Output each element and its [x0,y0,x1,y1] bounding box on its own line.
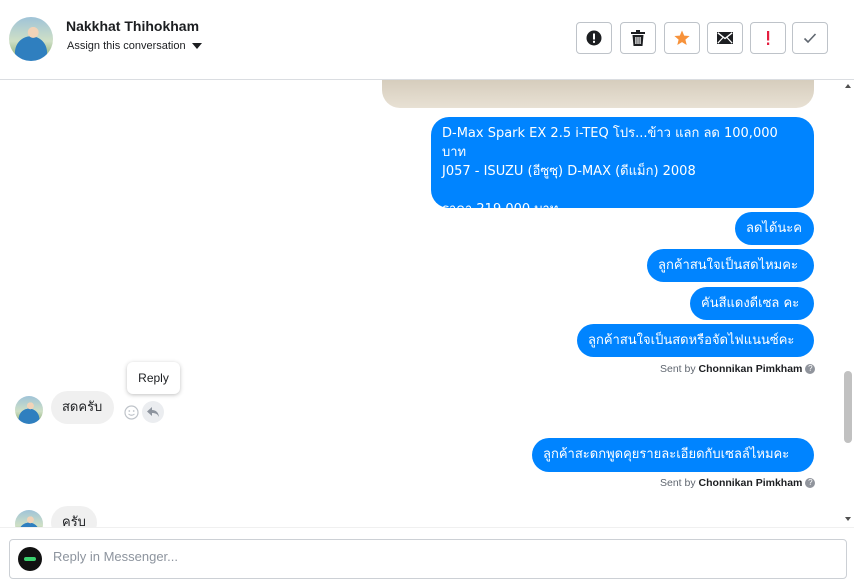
incoming-message[interactable]: สดครับ [51,391,114,424]
caret-down-icon [191,43,202,50]
page-avatar [18,547,42,571]
sent-by-label: Sent by Chonnikan Pimkham? [660,477,816,489]
outgoing-message[interactable]: ลดได้นะค [735,212,814,245]
mark-done-button[interactable] [792,22,828,54]
partially-visible-message-row: ครับ [0,498,840,527]
trash-icon [631,30,645,46]
car-listing-photo[interactable] [382,80,814,108]
contact-avatar[interactable] [9,17,53,61]
mark-spam-button[interactable] [576,22,612,54]
outgoing-message[interactable]: ลูกค้าสนใจเป็นสดหรือจัดไฟแนนซ์คะ [577,324,814,357]
outgoing-message[interactable]: ลูกค้าสนใจเป็นสดไหมคะ [647,249,814,282]
star-button[interactable] [664,22,700,54]
sent-by-label: Sent by Chonnikan Pimkham? [660,363,816,375]
incoming-message[interactable]: ครับ [51,506,97,527]
contact-name[interactable]: Nakkhat Thihokham [66,18,199,34]
listing-message-bubble[interactable]: D-Max Spark EX 2.5 i-TEQ โปร...ข้าว แลก … [431,117,814,217]
checkmark-icon [803,33,817,44]
sender-name: Chonnikan Pimkham [698,477,803,489]
listing-title: D-Max Spark EX 2.5 i-TEQ โปร...ข้าว แลก … [442,126,778,160]
help-icon[interactable]: ? [805,478,816,489]
envelope-icon [717,32,733,44]
outgoing-message[interactable]: คันสีแดงดีเซล คะ [690,287,814,320]
reply-input[interactable] [53,549,813,564]
sender-name: Chonnikan Pimkham [698,363,803,375]
scroll-down-arrow-icon[interactable] [845,517,851,521]
scrollbar-thumb[interactable] [844,371,852,443]
scroll-up-arrow-icon[interactable] [845,84,851,88]
listing-code: J057 - ISUZU (อีซูซุ) D-MAX (ดีแม็ก) 200… [442,164,696,179]
exclamation-mark-icon [767,31,770,45]
conversation-header: Nakkhat Thihokham Assign this conversati… [0,0,854,80]
follow-up-button[interactable] [750,22,786,54]
exclamation-circle-icon [586,30,602,46]
composer-divider [0,527,854,528]
thread-scrollbar[interactable] [842,80,854,526]
outgoing-message[interactable]: ลูกค้าสะดกพูดคุยรายละเอียดกับเซลล์ไหมคะ [532,438,814,472]
assign-label: Assign this conversation [67,40,186,52]
contact-avatar-small[interactable] [15,396,43,424]
assign-conversation-dropdown[interactable]: Assign this conversation [67,40,202,52]
reply-tooltip: Reply [127,362,180,394]
delete-button[interactable] [620,22,656,54]
contact-avatar-small[interactable] [15,510,43,527]
reply-button[interactable] [142,401,164,423]
mark-unread-button[interactable] [707,22,743,54]
reply-arrow-icon [147,407,159,417]
react-smiley-icon[interactable] [124,405,139,420]
star-icon [674,30,690,45]
help-icon[interactable]: ? [805,364,816,375]
